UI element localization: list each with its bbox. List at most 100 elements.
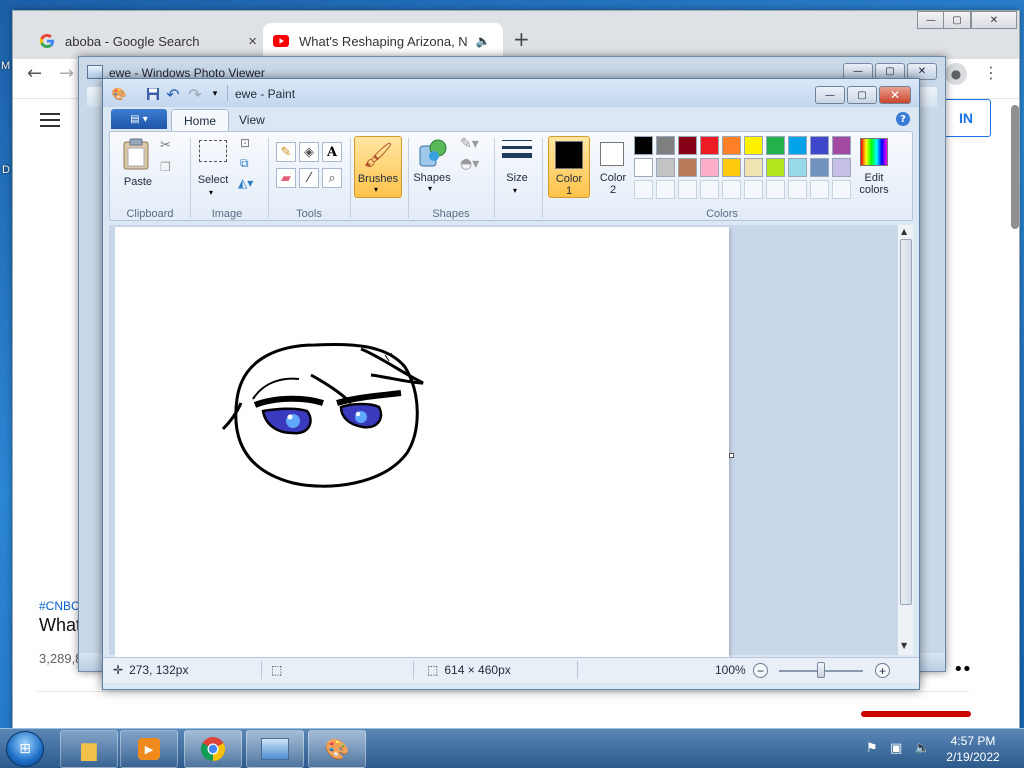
palette-swatch[interactable]	[656, 158, 675, 177]
fill-bucket-icon[interactable]: ◈	[299, 142, 319, 162]
palette-swatch[interactable]	[832, 136, 851, 155]
fill-icon[interactable]: ◓▾	[460, 156, 479, 172]
palette-swatch[interactable]	[810, 158, 829, 177]
action-center-icon[interactable]: ⚑	[866, 741, 878, 756]
help-icon[interactable]: ?	[896, 112, 910, 126]
palette-swatch[interactable]	[678, 158, 697, 177]
tab-youtube-video[interactable]: What's Reshaping Arizona, N 🔈 ×	[263, 23, 503, 59]
color1-button[interactable]: Color 1	[548, 136, 590, 198]
quick-access-dropdown-icon[interactable]: ▾	[207, 86, 223, 102]
tab-close-icon[interactable]: ×	[240, 33, 257, 50]
chrome-menu-icon[interactable]: ⋮	[983, 63, 999, 82]
palette-swatch[interactable]	[810, 136, 829, 155]
palette-swatch[interactable]	[744, 136, 763, 155]
edit-colors-button[interactable]: Edit colors	[852, 136, 894, 198]
palette-swatch[interactable]	[766, 158, 785, 177]
custom-color-slot[interactable]	[634, 180, 653, 199]
tab-home[interactable]: Home	[171, 109, 230, 131]
chrome-close-button[interactable]: ✕	[971, 11, 1017, 29]
brushes-button[interactable]: 🖌 Brushes ▾	[354, 136, 402, 198]
palette-swatch[interactable]	[722, 136, 741, 155]
custom-color-slot[interactable]	[788, 180, 807, 199]
taskbar-explorer[interactable]: ▆	[60, 730, 118, 768]
forward-arrow-icon[interactable]: →	[59, 63, 74, 84]
pencil-icon[interactable]: ✎	[276, 142, 296, 162]
profile-avatar[interactable]: ●	[945, 63, 967, 85]
custom-color-slot[interactable]	[700, 180, 719, 199]
palette-swatch[interactable]	[656, 136, 675, 155]
drawing-canvas[interactable]	[115, 227, 729, 667]
eraser-icon[interactable]: ▰	[276, 168, 296, 188]
palette-swatch[interactable]	[634, 158, 653, 177]
file-menu-button[interactable]: ▤ ▾	[111, 109, 167, 129]
palette-swatch[interactable]	[832, 158, 851, 177]
text-tool-icon[interactable]: A	[322, 142, 342, 162]
scroll-up-icon[interactable]: ▲	[901, 227, 907, 236]
palette-swatch[interactable]	[700, 158, 719, 177]
paint-close-button[interactable]: ✕	[879, 86, 911, 104]
undo-icon[interactable]: ↶	[165, 85, 181, 104]
scroll-down-icon[interactable]: ▼	[901, 641, 907, 650]
palette-swatch[interactable]	[722, 158, 741, 177]
custom-color-slot[interactable]	[678, 180, 697, 199]
palette-swatch[interactable]	[788, 158, 807, 177]
custom-color-slot[interactable]	[810, 180, 829, 199]
clock[interactable]: 4:57 PM 2/19/2022	[934, 733, 1012, 765]
palette-swatch[interactable]	[788, 136, 807, 155]
new-tab-button[interactable]: +	[513, 27, 530, 51]
shapes-button[interactable]: Shapes ▾	[412, 136, 452, 198]
select-button[interactable]: Select ▾	[196, 138, 230, 197]
taskbar-media-player[interactable]: ▶	[120, 730, 178, 768]
vertical-scrollbar[interactable]: ▲ ▼	[897, 225, 913, 655]
tab-close-icon[interactable]: ×	[497, 33, 503, 50]
custom-color-slot[interactable]	[832, 180, 851, 199]
size-button[interactable]: Size ▾	[500, 138, 534, 196]
taskbar-chrome[interactable]	[184, 730, 242, 768]
sign-in-button[interactable]: IN	[941, 99, 991, 137]
custom-color-slot[interactable]	[766, 180, 785, 199]
paint-minimize-button[interactable]: —	[815, 86, 845, 104]
tab-google-search[interactable]: aboba - Google Search ×	[29, 23, 267, 59]
custom-color-slot[interactable]	[744, 180, 763, 199]
save-icon[interactable]	[145, 86, 161, 102]
outline-icon[interactable]: ✎▾	[460, 136, 479, 152]
crop-icon[interactable]: ⊡	[240, 136, 250, 150]
taskbar-paint[interactable]: 🎨	[308, 730, 366, 768]
canvas-resize-handle[interactable]	[729, 453, 734, 458]
chrome-maximize-button[interactable]: ▢	[943, 11, 971, 29]
start-button[interactable]: ⊞	[6, 731, 44, 767]
rotate-icon[interactable]: ◭▾	[238, 176, 253, 190]
copy-icon[interactable]: ❐	[160, 160, 171, 174]
page-scrollbar[interactable]	[1011, 105, 1019, 229]
video-hashtag[interactable]: #CNBC	[39, 599, 80, 613]
palette-swatch[interactable]	[700, 136, 719, 155]
subscribe-button[interactable]	[861, 711, 971, 717]
network-icon[interactable]: ▣	[890, 741, 902, 756]
resize-icon[interactable]: ⧉	[240, 156, 249, 171]
back-arrow-icon[interactable]: ←	[27, 63, 42, 84]
chrome-minimize-button[interactable]: —	[917, 11, 945, 29]
speaker-icon[interactable]: 🔈	[476, 34, 491, 48]
paste-button[interactable]: Paste	[118, 136, 154, 194]
zoom-in-button[interactable]: +	[875, 663, 890, 678]
zoom-slider-thumb[interactable]	[817, 662, 825, 678]
palette-swatch[interactable]	[766, 136, 785, 155]
scrollbar-thumb[interactable]	[900, 239, 912, 605]
custom-color-slot[interactable]	[722, 180, 741, 199]
hamburger-menu-icon[interactable]	[40, 113, 60, 127]
more-options-icon[interactable]: ••	[953, 659, 972, 680]
palette-swatch[interactable]	[678, 136, 697, 155]
cut-icon[interactable]: ✂	[160, 138, 171, 153]
palette-swatch[interactable]	[744, 158, 763, 177]
taskbar-photo-viewer[interactable]	[246, 730, 304, 768]
zoom-out-button[interactable]: −	[753, 663, 768, 678]
magnifier-icon[interactable]: ⌕	[322, 168, 342, 188]
tab-view[interactable]: View	[227, 109, 277, 131]
color2-button[interactable]: Color 2	[592, 136, 634, 198]
paint-maximize-button[interactable]: ▢	[847, 86, 877, 104]
volume-icon[interactable]: 🔈	[914, 741, 930, 756]
color-picker-icon[interactable]: ⁄	[299, 168, 319, 188]
palette-swatch[interactable]	[634, 136, 653, 155]
custom-color-slot[interactable]	[656, 180, 675, 199]
redo-icon[interactable]: ↷	[187, 85, 203, 104]
